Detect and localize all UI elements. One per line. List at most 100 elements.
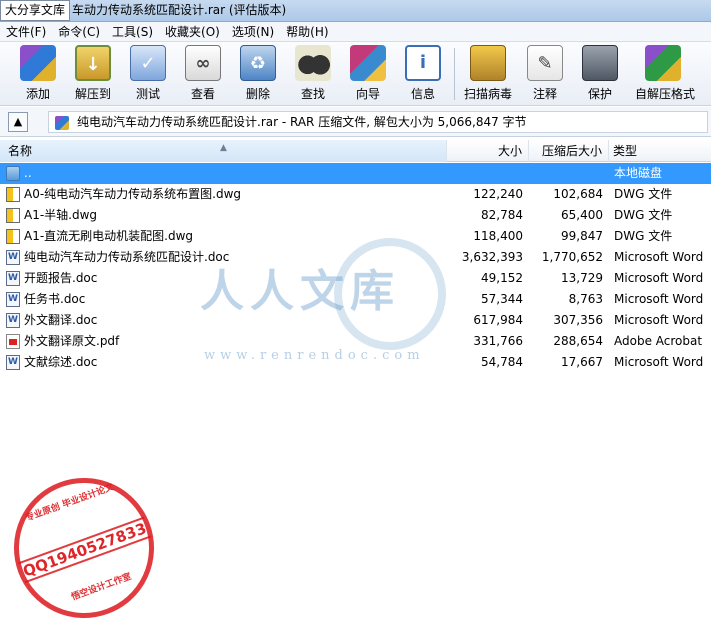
file-name: 纯电动汽车动力传动系统匹配设计.doc: [24, 250, 230, 264]
view-icon: ∞: [185, 45, 221, 81]
address-text: 纯电动汽车动力传动系统匹配设计.rar - RAR 压缩文件, 解包大小为 5,…: [77, 115, 527, 129]
toolbar: 添加 ↓ 解压到 ✓ 测试 ∞ 查看 ♻ 删除 查找 向导 i 信息 扫描病毒 …: [0, 42, 711, 106]
dwg-file-icon: [6, 208, 20, 223]
menu-favorites[interactable]: 收藏夹(O): [159, 22, 226, 41]
protect-label: 保护: [587, 87, 612, 101]
file-type: Microsoft Word: [614, 355, 704, 369]
word-doc-icon: [6, 313, 20, 328]
sfx-button[interactable]: 自解压格式: [635, 44, 696, 104]
add-archive-icon: [20, 45, 56, 81]
menu-options[interactable]: 选项(N): [226, 22, 280, 41]
address-field[interactable]: 纯电动汽车动力传动系统匹配设计.rar - RAR 压缩文件, 解包大小为 5,…: [48, 111, 708, 133]
file-name: 外文翻译.doc: [24, 313, 98, 327]
info-icon: i: [405, 45, 441, 81]
file-name: ..: [24, 166, 32, 180]
up-folder-button[interactable]: ▲: [8, 112, 28, 132]
file-name: A1-直流无刷电动机装配图.dwg: [24, 229, 194, 243]
file-type: Microsoft Word: [614, 271, 704, 285]
file-packed-size: 102,684: [553, 187, 603, 201]
watermark-url: www.renrendoc.com: [204, 348, 425, 363]
file-type: DWG 文件: [614, 208, 673, 222]
word-doc-icon: [6, 271, 20, 286]
info-button[interactable]: i 信息: [395, 44, 451, 104]
menu-help[interactable]: 帮助(H): [280, 22, 334, 41]
file-name: A1-半轴.dwg: [24, 208, 98, 222]
watermark-logo: 人人文库: [200, 266, 400, 317]
file-name: 外文翻译原文.pdf: [24, 334, 120, 348]
scan-virus-label: 扫描病毒: [463, 87, 512, 101]
file-type: DWG 文件: [614, 229, 673, 243]
file-row[interactable]: .. 本地磁盘: [0, 163, 711, 184]
sfx-icon: [645, 45, 681, 81]
window-title: 车动力传动系统匹配设计.rar (评估版本): [72, 3, 287, 17]
extract-to-icon: ↓: [75, 45, 111, 81]
info-label: 信息: [410, 87, 435, 101]
protect-icon: [582, 45, 618, 81]
file-size: 122,240: [473, 187, 523, 201]
find-icon: [295, 45, 331, 81]
rar-archive-icon: [55, 116, 69, 130]
window-badge: 大分享文库: [0, 0, 71, 21]
file-size: 3,632,393: [461, 250, 523, 264]
pdf-file-icon: [6, 334, 20, 349]
file-packed-size: 99,847: [561, 229, 603, 243]
file-row[interactable]: A0-纯电动汽车动力传动系统布置图.dwg 122,240 102,684 DW…: [0, 184, 711, 205]
column-packed-label: 压缩后大小: [541, 144, 602, 158]
view-button[interactable]: ∞ 查看: [175, 44, 231, 104]
file-size: 82,784: [481, 208, 523, 222]
file-list-header: ▲ 名称 大小 压缩后大小 类型: [0, 140, 711, 162]
file-type: Adobe Acrobat: [614, 334, 703, 348]
delete-button[interactable]: ♻ 删除: [230, 44, 286, 104]
add-button[interactable]: 添加: [10, 44, 66, 104]
column-header-type[interactable]: 类型: [609, 140, 711, 162]
file-packed-size: 307,356: [553, 313, 603, 327]
menu-tools[interactable]: 工具(S): [106, 22, 159, 41]
menu-commands[interactable]: 命令(C): [52, 22, 106, 41]
scan-virus-button[interactable]: 扫描病毒: [460, 44, 516, 104]
wizard-button[interactable]: 向导: [340, 44, 396, 104]
word-doc-icon: [6, 250, 20, 265]
comment-button[interactable]: ✎ 注释: [517, 44, 573, 104]
file-packed-size: 17,667: [561, 355, 603, 369]
file-packed-size: 13,729: [561, 271, 603, 285]
column-header-packed[interactable]: 压缩后大小: [529, 140, 609, 162]
wizard-icon: [350, 45, 386, 81]
dwg-file-icon: [6, 229, 20, 244]
delete-label: 删除: [245, 87, 270, 101]
file-packed-size: 8,763: [568, 292, 603, 306]
find-button[interactable]: 查找: [285, 44, 341, 104]
file-name: A0-纯电动汽车动力传动系统布置图.dwg: [24, 187, 242, 201]
test-button[interactable]: ✓ 测试: [120, 44, 176, 104]
file-row[interactable]: A1-直流无刷电动机装配图.dwg 118,400 99,847 DWG 文件: [0, 226, 711, 247]
file-size: 54,784: [481, 355, 523, 369]
comment-icon: ✎: [527, 45, 563, 81]
file-type: DWG 文件: [614, 187, 673, 201]
word-doc-icon: [6, 355, 20, 370]
test-label: 测试: [135, 87, 160, 101]
column-name-label: 名称: [8, 144, 33, 158]
sfx-label: 自解压格式: [635, 87, 696, 101]
folder-up-icon: [6, 166, 20, 181]
file-packed-size: 288,654: [553, 334, 603, 348]
up-arrow-icon: ▲: [13, 115, 23, 128]
file-size: 331,766: [473, 334, 523, 348]
protect-button[interactable]: 保护: [572, 44, 628, 104]
title-bar: 大分享文库 车动力传动系统匹配设计.rar (评估版本): [0, 0, 711, 22]
address-bar: ▲ 纯电动汽车动力传动系统匹配设计.rar - RAR 压缩文件, 解包大小为 …: [0, 107, 711, 137]
file-packed-size: 65,400: [561, 208, 603, 222]
file-size: 118,400: [473, 229, 523, 243]
menu-file[interactable]: 文件(F): [0, 22, 52, 41]
file-row[interactable]: A1-半轴.dwg 82,784 65,400 DWG 文件: [0, 205, 711, 226]
file-type: Microsoft Word: [614, 292, 704, 306]
find-label: 查找: [300, 87, 325, 101]
wizard-label: 向导: [355, 87, 380, 101]
extract-to-label: 解压到: [74, 87, 111, 101]
word-doc-icon: [6, 292, 20, 307]
column-header-size[interactable]: 大小: [447, 140, 529, 162]
column-size-label: 大小: [497, 144, 522, 158]
file-name: 文献综述.doc: [24, 355, 98, 369]
column-type-label: 类型: [613, 144, 638, 158]
column-header-name[interactable]: ▲ 名称: [0, 140, 447, 162]
extract-to-button[interactable]: ↓ 解压到: [65, 44, 121, 104]
file-size: 49,152: [481, 271, 523, 285]
